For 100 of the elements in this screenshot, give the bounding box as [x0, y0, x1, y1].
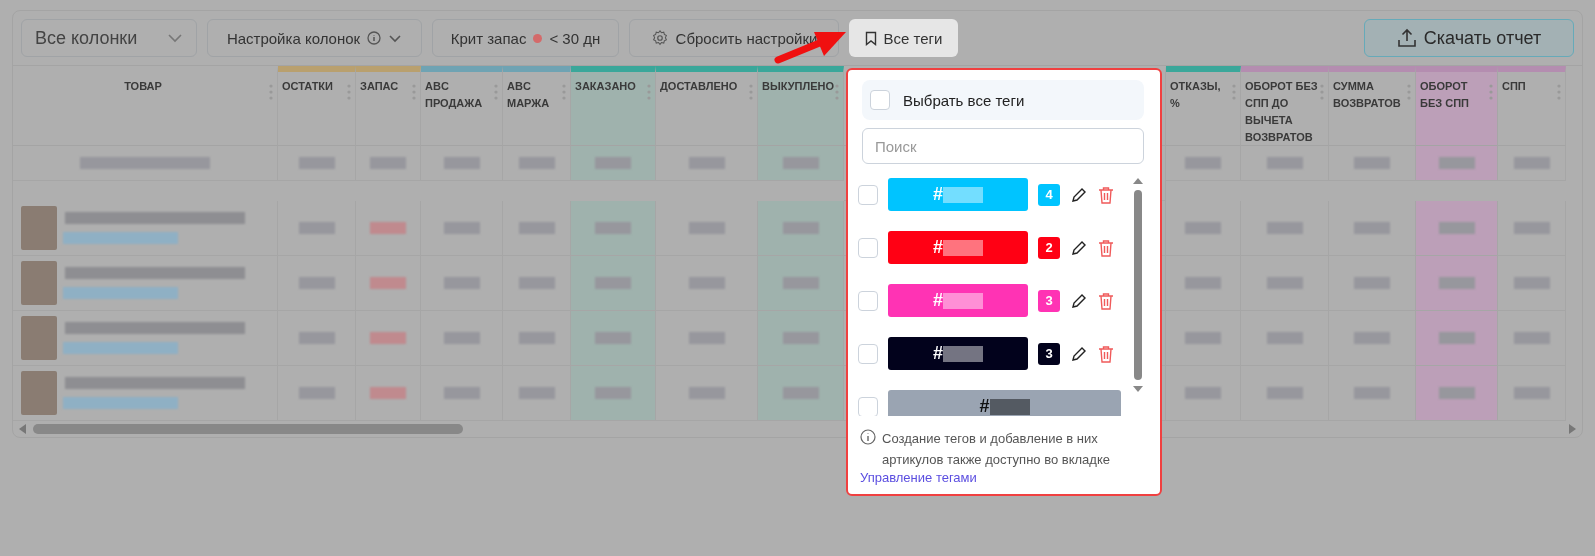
blurred-value: [688, 277, 725, 289]
search-field[interactable]: Поиск: [862, 128, 1144, 164]
blurred-value: [298, 277, 335, 289]
blurred-value: [370, 222, 406, 234]
blurred-value: [518, 157, 555, 169]
tag-chip[interactable]: #: [888, 231, 1028, 264]
select-all-checkbox[interactable]: Выбрать все теги: [862, 80, 1144, 120]
blurred-value: [1513, 277, 1550, 289]
blurred-value: [1513, 222, 1550, 234]
manage-tags-link[interactable]: Управление тегами: [860, 470, 1144, 485]
delete-icon[interactable]: [1098, 291, 1114, 310]
tag-count: 4: [1038, 183, 1060, 206]
tag-checkbox[interactable]: [858, 396, 878, 416]
tag-count: 2: [1038, 236, 1060, 259]
blurred-value: [518, 332, 555, 344]
tag-checkbox[interactable]: [858, 343, 878, 364]
blurred-value: [1266, 222, 1303, 234]
blurred-value: [370, 332, 406, 344]
status-dot: [533, 33, 543, 43]
blurred-value: [1266, 387, 1303, 399]
blurred-value: [518, 277, 555, 289]
delete-icon[interactable]: [1098, 238, 1114, 257]
download-report-button[interactable]: Скачать отчет: [1364, 19, 1574, 57]
blurred-value: [1438, 332, 1475, 344]
scroll-right-icon: [1568, 424, 1576, 434]
blurred-value: [1513, 157, 1550, 169]
blurred-value: [298, 157, 335, 169]
tag-chip[interactable]: #: [888, 390, 1121, 416]
blurred-value: [782, 387, 819, 399]
blurred-value: [688, 387, 725, 399]
blurred-value: [688, 332, 725, 344]
blurred-value: [595, 332, 631, 344]
blurred-value: [688, 222, 725, 234]
bookmark-icon: [864, 30, 877, 46]
blurred-value: [1513, 332, 1550, 344]
column-header[interactable]: ABC ПРОДАЖА: [421, 66, 503, 146]
tag-count: 3: [1038, 342, 1060, 365]
tag-checkbox[interactable]: [858, 290, 878, 311]
gear-icon: [650, 29, 669, 47]
delete-icon[interactable]: [1098, 185, 1114, 204]
column-header[interactable]: СПП: [1498, 66, 1566, 146]
blurred-value: [443, 277, 480, 289]
scroll-down-icon[interactable]: [1133, 386, 1143, 392]
photo-placeholder: [21, 261, 57, 305]
blurred-value: [1266, 277, 1303, 289]
blurred-value: [1438, 222, 1475, 234]
all-tags-button[interactable]: Все теги: [849, 19, 958, 57]
blurred-value: [443, 157, 480, 169]
blurred-value: [1438, 277, 1475, 289]
blurred-value: [443, 387, 480, 399]
blurred-value: [1438, 387, 1475, 399]
scroll-left-icon: [19, 424, 27, 434]
column-header[interactable]: ОБОРОТ БЕЗ СПП ДО ВЫЧЕТА ВОЗВРАТОВ: [1241, 66, 1329, 146]
blurred-value: [518, 222, 555, 234]
column-settings-dropdown[interactable]: Настройка колонок: [207, 19, 422, 57]
photo-placeholder: [21, 316, 57, 360]
blurred-value: [595, 157, 631, 169]
blurred-value: [298, 222, 335, 234]
info-icon: [860, 429, 876, 445]
blurred-value: [1513, 387, 1550, 399]
photo-placeholder: [21, 206, 57, 250]
blurred-value: [688, 157, 725, 169]
chevron-down-icon: [167, 33, 183, 43]
blurred-value: [1266, 332, 1303, 344]
column-header[interactable]: ОСТАТКИ: [278, 66, 356, 146]
column-header[interactable]: ОБОРОТ БЕЗ СПП: [1416, 66, 1498, 146]
blurred-value: [782, 277, 819, 289]
blurred-value: [443, 222, 480, 234]
tag-chip[interactable]: #: [888, 337, 1028, 370]
blurred-value: [1266, 157, 1303, 169]
blurred-value: [782, 222, 819, 234]
tag-count: 3: [1038, 289, 1060, 312]
delete-icon[interactable]: [1098, 344, 1114, 363]
blurred-value: [595, 222, 631, 234]
column-header[interactable]: ТОВАР: [13, 66, 278, 146]
critical-stock-button[interactable]: Крит запас < 30 дн: [432, 19, 619, 57]
tag-checkbox[interactable]: [858, 184, 878, 205]
reset-settings-button[interactable]: Сбросить настройки: [629, 19, 839, 57]
info-text: Создание тегов и добавление в них артикулов также доступно во вкладке: [882, 430, 1111, 469]
chevron-down-icon: [388, 33, 403, 43]
info-icon: [367, 31, 382, 45]
scroll-up-icon[interactable]: [1133, 178, 1143, 184]
photo-placeholder: [21, 371, 57, 415]
tag-checkbox[interactable]: [858, 237, 878, 258]
blurred-value: [782, 332, 819, 344]
column-header[interactable]: ЗАКАЗАНО: [571, 66, 656, 146]
column-header[interactable]: ЗАПАС: [356, 66, 421, 146]
blurred-value: [1438, 157, 1475, 169]
tag-chip[interactable]: #: [888, 284, 1028, 317]
blurred-value: [298, 387, 335, 399]
blurred-value: [370, 277, 406, 289]
blurred-value: [443, 332, 480, 344]
blurred-value: [298, 332, 335, 344]
blurred-value: [595, 277, 631, 289]
horizontal-scrollbar[interactable]: [33, 424, 463, 434]
columns-dropdown[interactable]: Все колонки: [21, 19, 197, 57]
column-header[interactable]: ВЫКУПЛЕНО: [758, 66, 844, 146]
blurred-value: [370, 387, 406, 399]
upload-icon: [1396, 28, 1417, 48]
more-icon: [1489, 84, 1493, 100]
